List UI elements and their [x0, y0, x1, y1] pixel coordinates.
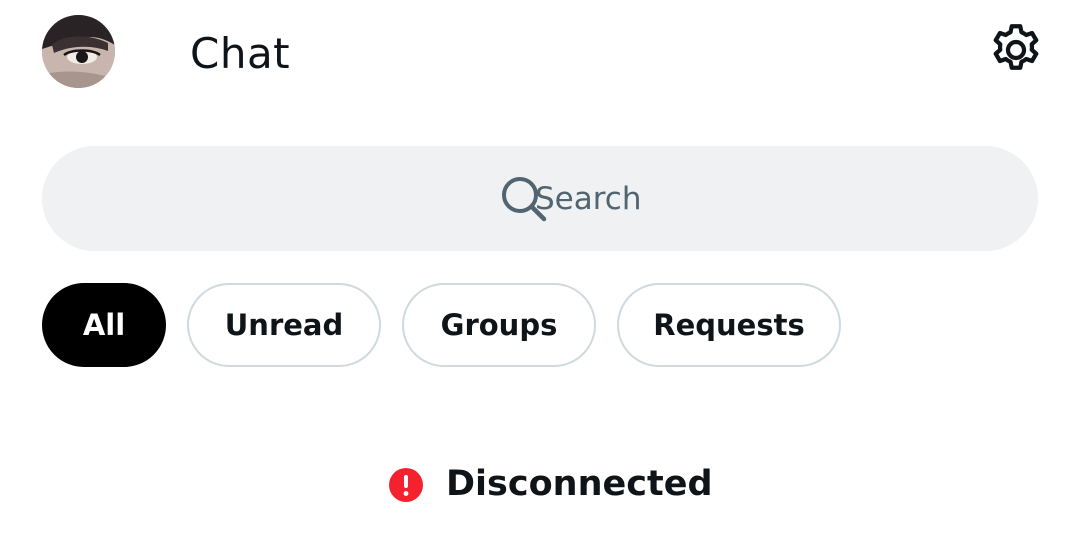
settings-button[interactable] — [986, 20, 1046, 80]
filter-chip-unread[interactable]: Unread — [187, 283, 381, 367]
status-text: Disconnected — [446, 464, 713, 504]
page-title: Chat — [190, 29, 291, 78]
user-avatar-icon — [42, 15, 115, 88]
filter-chip-requests[interactable]: Requests — [617, 283, 841, 367]
search-input[interactable]: Search — [42, 146, 1038, 251]
gear-icon — [993, 24, 1039, 70]
alert-icon — [389, 468, 423, 502]
filter-chip-all[interactable]: All — [42, 283, 166, 367]
avatar[interactable] — [42, 15, 115, 88]
filter-chip-groups[interactable]: Groups — [402, 283, 596, 367]
chat-screen: Chat Search All Unread Groups Requests D… — [0, 0, 1080, 556]
search-placeholder: Search — [535, 181, 642, 217]
